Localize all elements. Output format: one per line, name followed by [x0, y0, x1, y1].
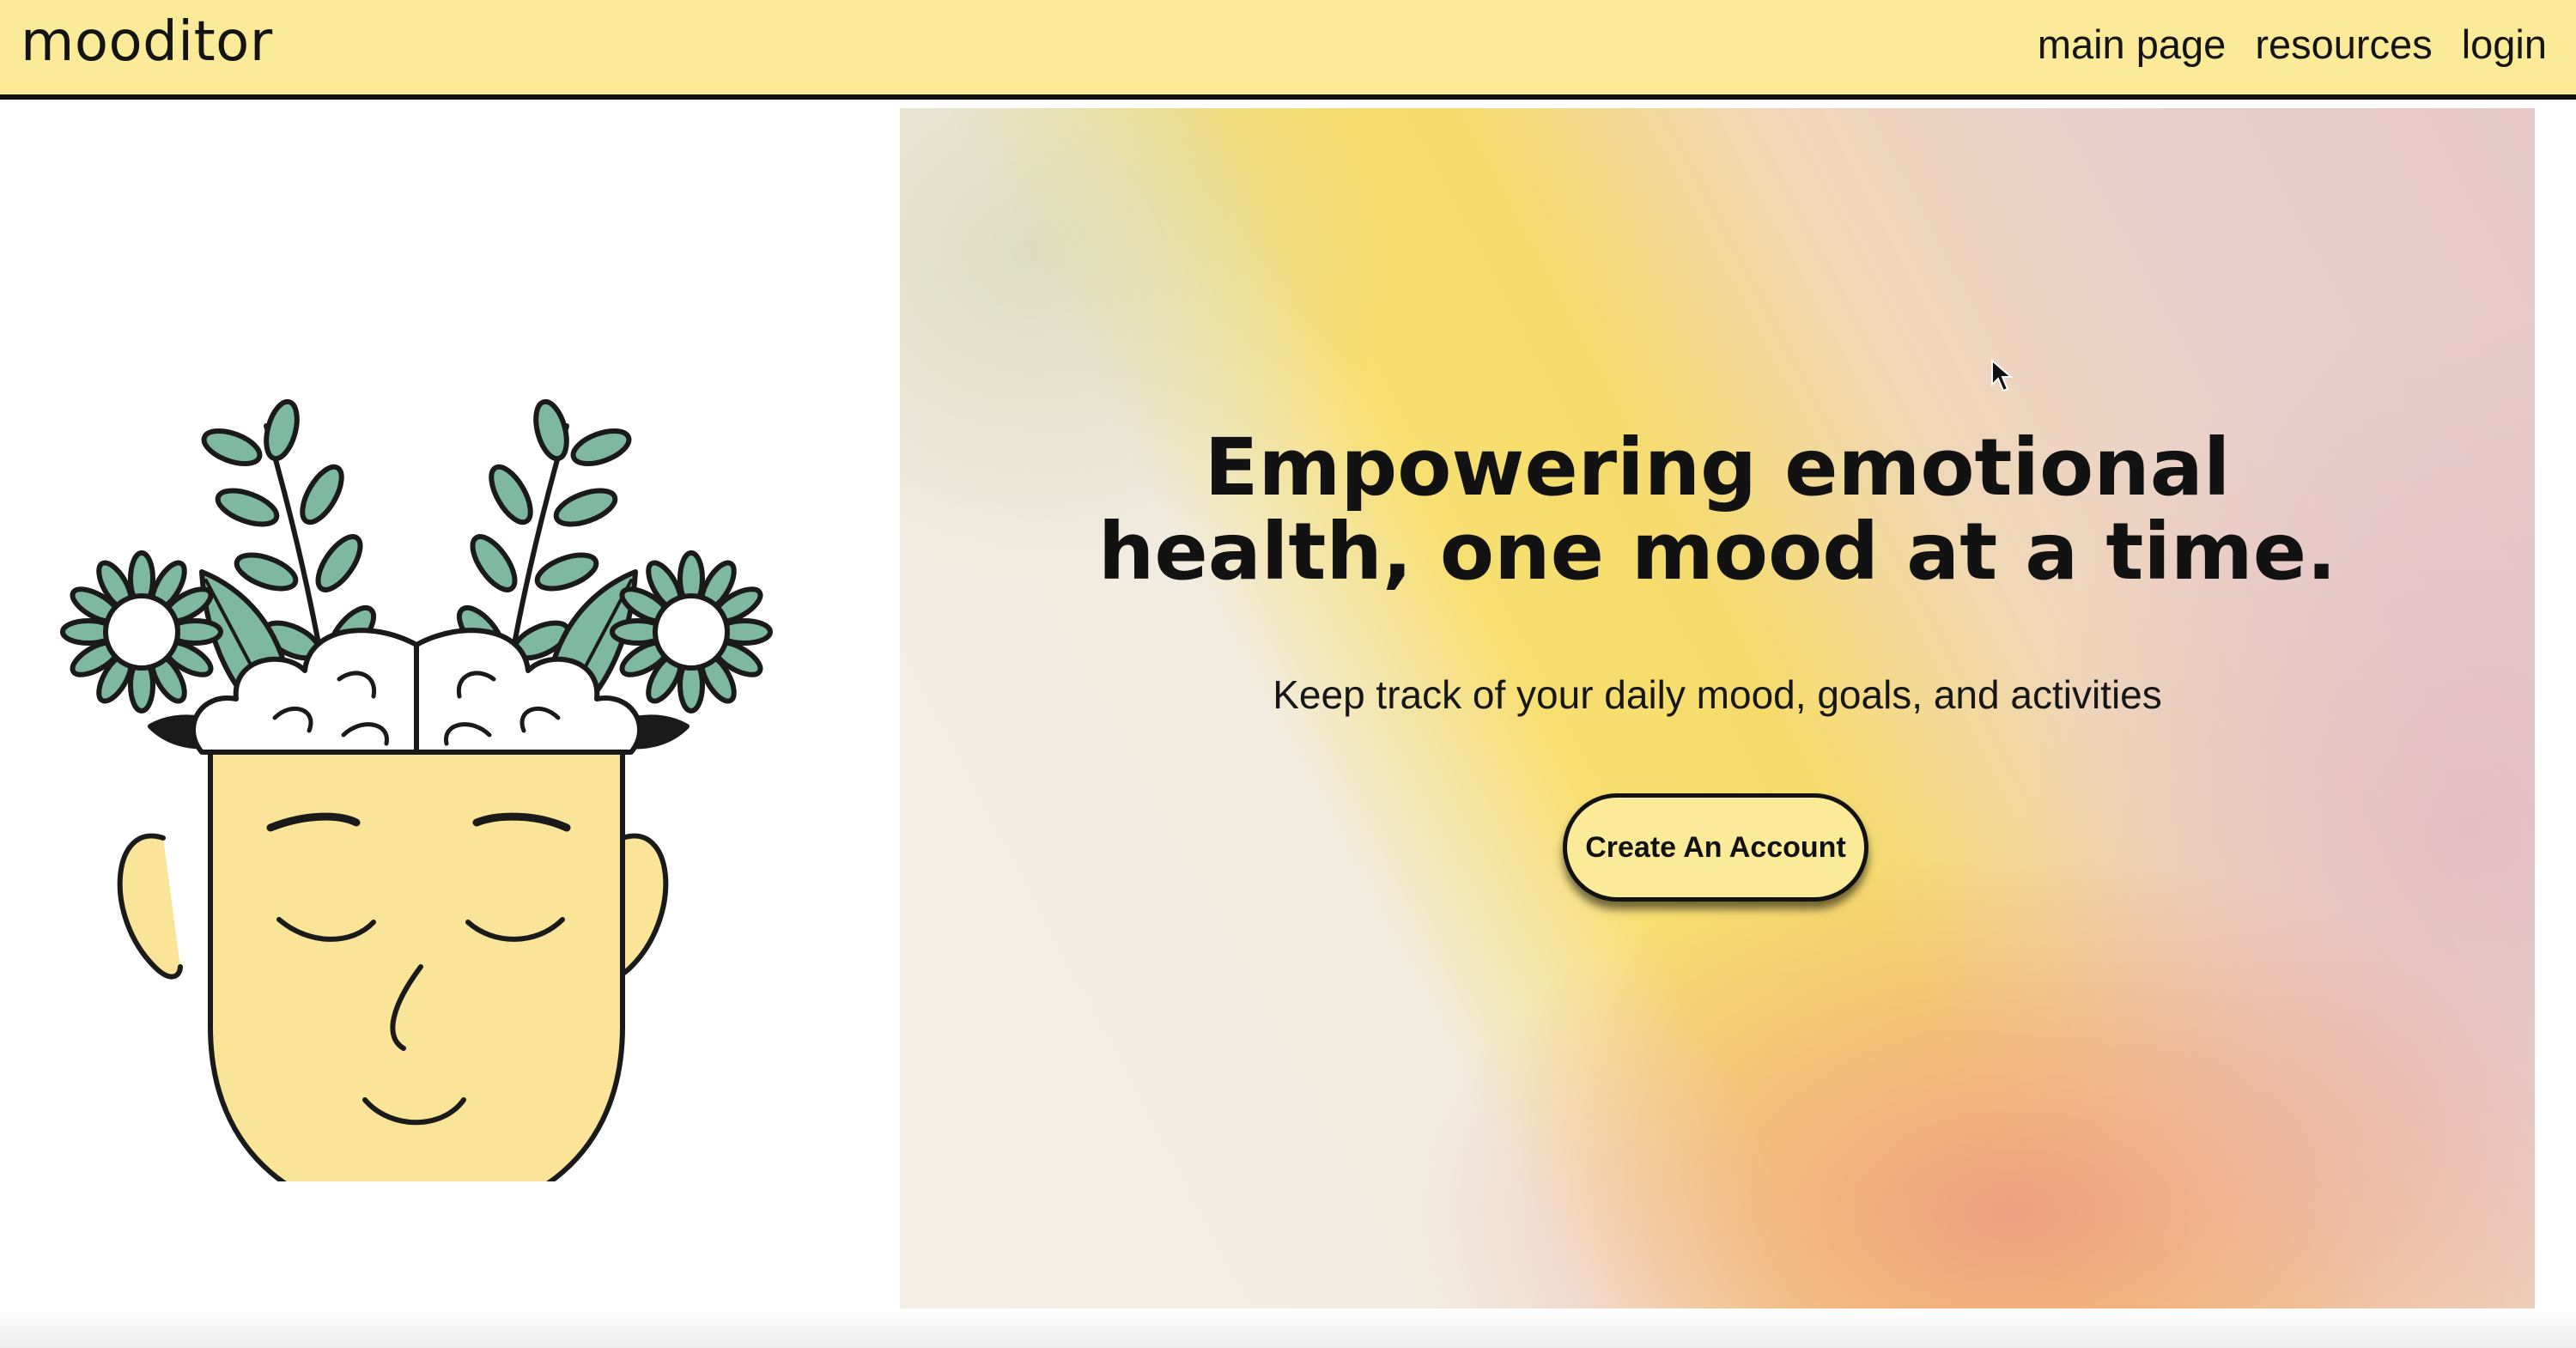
nav-links: main page resources login — [2038, 21, 2547, 68]
top-navbar: mooditor main page resources login — [0, 0, 2576, 100]
nav-link-login[interactable]: login — [2462, 21, 2547, 68]
hero-subtitle: Keep track of your daily mood, goals, an… — [1273, 672, 2162, 717]
illustration-panel — [0, 108, 900, 1309]
mouse-pointer-icon — [1991, 359, 2014, 392]
brand-logo[interactable]: mooditor — [21, 10, 273, 74]
create-account-button[interactable]: Create An Account — [1563, 793, 1868, 902]
hero-section: Empowering emotional health, one mood at… — [900, 108, 2535, 1309]
nav-link-resources[interactable]: resources — [2255, 21, 2432, 68]
hero-title: Empowering emotional health, one mood at… — [1097, 422, 2337, 598]
nav-link-main-page[interactable]: main page — [2038, 21, 2227, 68]
page-bottom-edge — [0, 1309, 2576, 1348]
head-with-flowers-brain-icon — [60, 398, 773, 1181]
